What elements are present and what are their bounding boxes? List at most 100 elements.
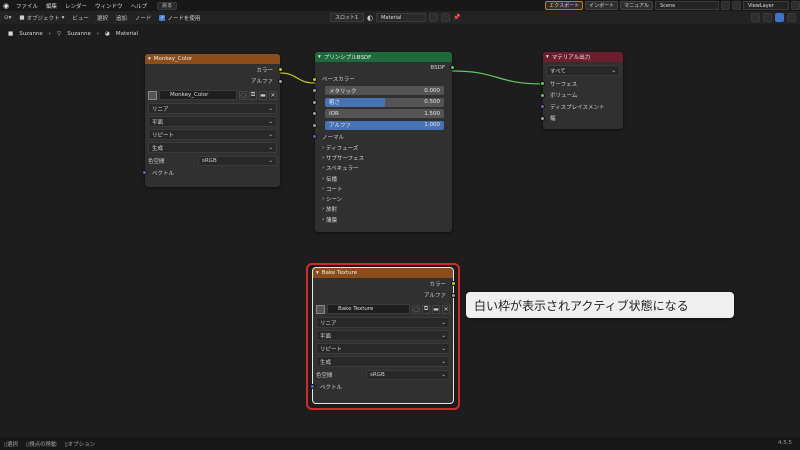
socket-label: アルファ: [251, 79, 273, 86]
socket-dot[interactable]: [312, 122, 317, 128]
annotation-callout: 白い枠が表示されアクティブ状態になる: [466, 292, 734, 318]
node-title: Monkey_Color: [153, 56, 193, 62]
image-name: Monkey_Color: [170, 92, 209, 98]
image-texture-node-monkey[interactable]: ▾ Monkey_Color カラー アルファ Monkey_Color ◌ ⧉…: [142, 54, 283, 187]
status-pan-label: 視点の移動: [29, 441, 57, 448]
socket-label: 幅: [550, 116, 556, 123]
chevron-down-icon: ⌄: [268, 131, 273, 138]
highlight-frame: [306, 263, 460, 410]
input-alpha-socket: アルファ 1.000: [312, 120, 452, 132]
link-bsdf-to-surface: [451, 70, 544, 85]
callout-text: 白い枠が表示されアクティブ状態になる: [474, 298, 689, 313]
socket-dot[interactable]: [142, 170, 147, 176]
image-thumbnail-icon[interactable]: [148, 90, 157, 100]
panel-label: 放射: [325, 207, 337, 214]
panel-specular[interactable]: › スペキュラー: [315, 163, 452, 173]
panel-thin-film[interactable]: › 薄膜: [315, 215, 452, 225]
projection-dropdown[interactable]: 平面 ⌄: [148, 116, 277, 127]
material-output-node[interactable]: ▾ マテリアル出力 すべて ⌄ サーフェス ボリューム ディスプレイスメント 幅: [540, 52, 623, 129]
input-ior-socket: IOR 1.500: [312, 108, 452, 120]
socket-dot[interactable]: [312, 88, 317, 94]
node-header[interactable]: ▾ マテリアル出力: [543, 52, 623, 62]
panel-subsurface[interactable]: › サブサーフェス: [315, 153, 452, 163]
slider-label: アルファ: [329, 123, 351, 130]
panel-sheen[interactable]: › シーン: [315, 194, 452, 204]
socket-dot[interactable]: [540, 104, 545, 110]
socket-dot[interactable]: [312, 76, 317, 82]
dropdown-value: 生成: [152, 145, 164, 152]
alpha-slider[interactable]: アルファ 1.000: [325, 120, 444, 130]
input-roughness-socket: 粗さ 0.500: [312, 97, 452, 109]
panel-transmission[interactable]: › 伝播: [315, 173, 452, 183]
status-select: ▯選択: [4, 440, 18, 448]
socket-dot[interactable]: [312, 111, 317, 117]
panel-label: 薄膜: [325, 217, 337, 224]
input-volume-socket[interactable]: ボリューム: [540, 90, 623, 102]
slider-value: 1.000: [424, 122, 440, 129]
status-pan: ▯視点の移動: [26, 440, 57, 448]
node-title: プリンシプルBSDF: [323, 55, 372, 61]
source-dropdown[interactable]: 生成 ⌄: [148, 142, 277, 153]
panel-emission[interactable]: › 放射: [315, 204, 452, 214]
node-header[interactable]: ▾ プリンシプルBSDF: [315, 52, 452, 62]
dropdown-value: リピート: [152, 132, 175, 139]
input-base-color-socket[interactable]: ベースカラー: [312, 74, 452, 86]
socket-dot[interactable]: [312, 134, 317, 140]
image-selector[interactable]: Monkey_Color ◌ ⧉ ▬ ✕: [148, 89, 277, 101]
panel-diffuse[interactable]: › ディフューズ: [315, 143, 452, 153]
panel-label: ディフューズ: [325, 145, 359, 152]
socket-label: サーフェス: [550, 81, 578, 88]
folder-icon[interactable]: ▬: [259, 90, 267, 100]
dropdown-value: リニア: [152, 106, 169, 113]
ior-slider[interactable]: IOR 1.500: [325, 109, 444, 119]
panel-coat[interactable]: › コート: [315, 184, 452, 194]
status-select-label: 選択: [7, 441, 19, 448]
input-displacement-socket[interactable]: ディスプレイスメント: [540, 101, 623, 113]
duplicate-icon[interactable]: ⧉: [249, 90, 257, 100]
status-options: ▯オプション: [65, 440, 96, 448]
dropdown-value: sRGB: [202, 157, 217, 164]
socket-dot[interactable]: [312, 99, 317, 105]
socket-dot[interactable]: [540, 81, 545, 87]
interpolation-dropdown[interactable]: リニア ⌄: [148, 103, 277, 114]
socket-label: BSDF: [430, 64, 445, 71]
socket-label: ボリューム: [550, 93, 578, 100]
metallic-slider[interactable]: メタリック 0.000: [325, 86, 444, 96]
dropdown-value: すべて: [550, 68, 566, 75]
socket-dot[interactable]: [540, 92, 545, 98]
close-icon[interactable]: ✕: [269, 90, 277, 100]
panel-label: 伝播: [325, 176, 337, 183]
panel-label: スペキュラー: [325, 166, 359, 173]
roughness-slider[interactable]: 粗さ 0.500: [325, 97, 444, 107]
extension-dropdown[interactable]: リピート ⌄: [148, 129, 277, 140]
chevron-down-icon: ⌄: [268, 118, 273, 125]
slider-label: 粗さ: [329, 100, 341, 107]
status-options-label: オプション: [67, 441, 96, 448]
socket-label: ディスプレイスメント: [550, 104, 605, 111]
socket-label: ノーマル: [322, 134, 345, 141]
version-label: 4.5.5: [778, 440, 792, 446]
output-alpha-socket[interactable]: アルファ: [145, 76, 283, 88]
shield-icon[interactable]: ◌: [239, 90, 247, 100]
input-vector-socket[interactable]: ベクトル: [142, 167, 280, 179]
output-bsdf-socket[interactable]: BSDF: [315, 62, 455, 74]
image-name-field[interactable]: Monkey_Color: [159, 90, 237, 100]
collapse-chevron-icon[interactable]: ▾: [546, 54, 549, 60]
slider-value: 0.000: [424, 87, 440, 94]
node-header[interactable]: ▾ Monkey_Color: [145, 54, 280, 64]
chevron-down-icon: ⌄: [268, 157, 273, 164]
collapse-chevron-icon[interactable]: ▾: [148, 56, 151, 62]
output-color-socket[interactable]: カラー: [145, 64, 283, 76]
socket-dot[interactable]: [540, 115, 545, 121]
target-dropdown[interactable]: すべて ⌄: [546, 65, 620, 76]
color-space-dropdown[interactable]: sRGB ⌄: [198, 155, 277, 166]
socket-dot[interactable]: [278, 78, 283, 84]
input-surface-socket[interactable]: サーフェス: [540, 78, 623, 90]
input-thickness-socket[interactable]: 幅: [540, 113, 623, 125]
principled-bsdf-node[interactable]: ▾ プリンシプルBSDF BSDF ベースカラー メタリック 0.000 粗さ 0.…: [312, 52, 455, 232]
input-normal-socket[interactable]: ノーマル: [312, 131, 452, 143]
slider-value: 1.500: [424, 110, 440, 117]
link-color-to-basecolor: [279, 72, 316, 84]
socket-label: ベクトル: [152, 170, 175, 177]
collapse-chevron-icon[interactable]: ▾: [318, 54, 321, 60]
